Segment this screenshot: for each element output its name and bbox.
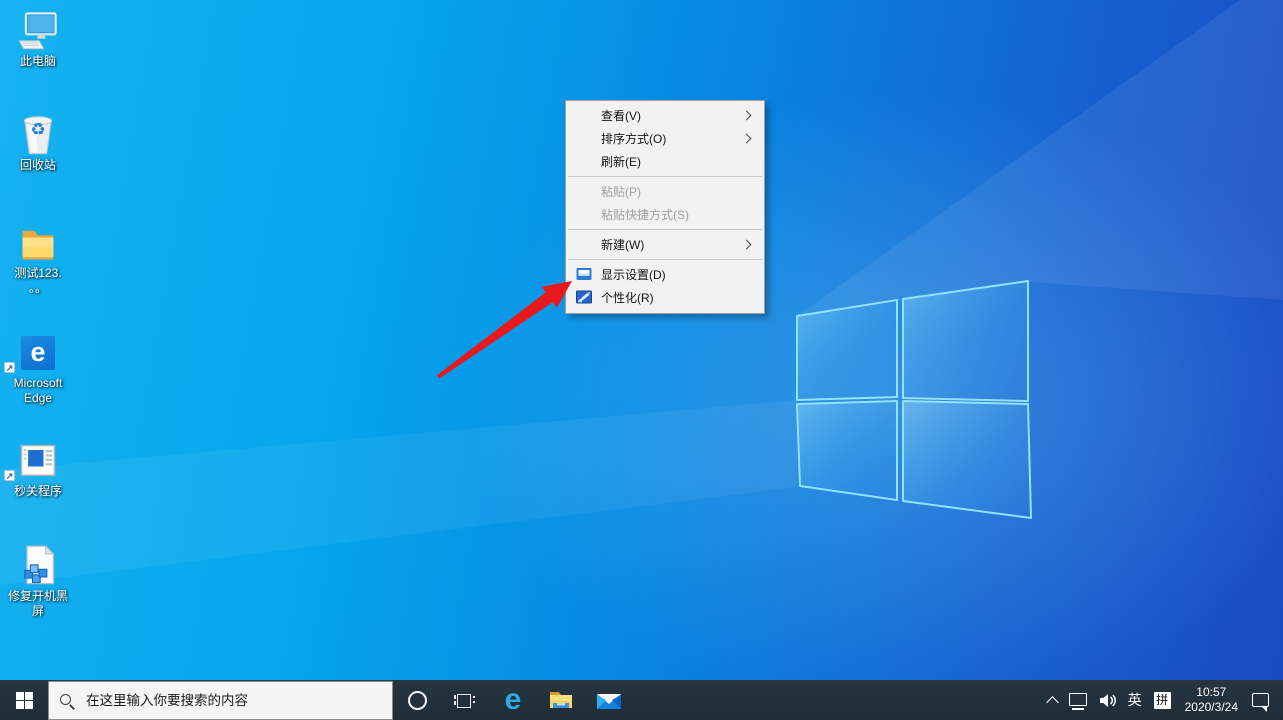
cortana-icon bbox=[408, 691, 427, 710]
chevron-up-icon bbox=[1046, 696, 1059, 709]
menu-item-new[interactable]: 新建(W) bbox=[566, 233, 764, 256]
menu-item-personalize[interactable]: 个性化(R) bbox=[566, 286, 764, 309]
submenu-chevron-icon bbox=[742, 134, 752, 144]
task-view-button[interactable] bbox=[441, 680, 489, 720]
tray-language-indicator[interactable]: 英 bbox=[1122, 680, 1148, 720]
folder-icon bbox=[16, 222, 60, 264]
registry-file-icon bbox=[16, 544, 60, 588]
desktop-icon-label-line2: Edge bbox=[0, 391, 76, 406]
menu-separator bbox=[568, 176, 762, 177]
desktop-icon-label: Microsoft bbox=[0, 376, 76, 391]
tray-volume-button[interactable] bbox=[1093, 680, 1122, 720]
system-tray: 英 拼 10:57 2020/3/24 bbox=[1042, 680, 1283, 720]
menu-item-label: 粘贴快捷方式(S) bbox=[601, 206, 689, 223]
desktop-icon-label-line2: 屏 bbox=[0, 604, 76, 619]
menu-item-label: 排序方式(O) bbox=[601, 130, 666, 147]
desktop-icon-this-pc[interactable]: 此电脑 bbox=[0, 8, 76, 69]
desktop-icon-fix-black-screen[interactable]: 修复开机黑 屏 bbox=[0, 543, 76, 619]
shortcut-arrow-icon: ↗ bbox=[4, 362, 15, 373]
desktop-icon-label: 修复开机黑 bbox=[0, 589, 76, 604]
submenu-chevron-icon bbox=[742, 111, 752, 121]
edge-icon: e bbox=[21, 336, 55, 370]
menu-item-paste-shortcut: 粘贴快捷方式(S) bbox=[566, 203, 764, 226]
menu-item-display-settings[interactable]: 显示设置(D) bbox=[566, 263, 764, 286]
shortcut-arrow-icon: ↗ bbox=[4, 470, 15, 481]
desktop-icon-microsoft-edge[interactable]: e ↗ Microsoft Edge bbox=[0, 330, 76, 406]
edge-icon: e bbox=[505, 685, 522, 715]
edge-taskbar-button[interactable]: e bbox=[489, 680, 537, 720]
desktop-icon-label: 测试123. bbox=[0, 266, 76, 281]
menu-item-refresh[interactable]: 刷新(E) bbox=[566, 150, 764, 173]
tray-clock[interactable]: 10:57 2020/3/24 bbox=[1177, 680, 1246, 720]
tray-time: 10:57 bbox=[1185, 685, 1238, 700]
menu-item-sort-by[interactable]: 排序方式(O) bbox=[566, 127, 764, 150]
file-explorer-icon bbox=[548, 689, 574, 711]
app-window-icon bbox=[16, 441, 60, 481]
cortana-button[interactable] bbox=[393, 680, 441, 720]
desktop-icon-label: 回收站 bbox=[0, 158, 76, 173]
windows-logo-wallpaper-icon bbox=[780, 265, 1050, 535]
menu-item-label: 新建(W) bbox=[601, 236, 644, 253]
network-icon bbox=[1069, 693, 1087, 706]
desktop-icon-test-folder[interactable]: 测试123. 。。 bbox=[0, 220, 76, 296]
desktop-icon-recycle-bin[interactable]: ♻ 回收站 bbox=[0, 112, 76, 173]
submenu-chevron-icon bbox=[742, 240, 752, 250]
desktop-icon-label: 秒关程序 bbox=[0, 484, 76, 499]
recycle-symbol-icon: ♻ bbox=[0, 121, 76, 138]
menu-item-label: 显示设置(D) bbox=[601, 266, 666, 283]
task-view-icon bbox=[454, 692, 476, 709]
search-input[interactable] bbox=[84, 692, 382, 709]
start-button[interactable] bbox=[0, 680, 48, 720]
menu-item-label: 查看(V) bbox=[601, 107, 641, 124]
mail-button[interactable] bbox=[585, 680, 633, 720]
menu-item-label: 个性化(R) bbox=[601, 289, 654, 306]
desktop-icon-quick-close-app[interactable]: ↗ 秒关程序 bbox=[0, 438, 76, 499]
menu-item-label: 粘贴(P) bbox=[601, 183, 641, 200]
action-center-icon bbox=[1252, 693, 1269, 707]
windows-start-icon bbox=[16, 692, 33, 709]
menu-separator bbox=[568, 259, 762, 260]
desktop-icon-label-line2: 。。 bbox=[0, 281, 76, 296]
menu-item-label: 刷新(E) bbox=[601, 153, 641, 170]
action-center-button[interactable] bbox=[1246, 680, 1281, 720]
ime-pinyin-icon: 拼 bbox=[1154, 692, 1171, 709]
tray-date: 2020/3/24 bbox=[1185, 700, 1238, 715]
mail-icon bbox=[596, 691, 622, 710]
taskbar: e bbox=[0, 680, 1283, 720]
menu-item-view[interactable]: 查看(V) bbox=[566, 104, 764, 127]
windows-desktop: 此电脑 ♻ 回收站 测试123. 。。 e ↗ Microsoft bbox=[0, 0, 1283, 720]
taskbar-search-box[interactable] bbox=[48, 681, 393, 720]
personalization-icon bbox=[576, 290, 592, 305]
tray-ime-mode-indicator[interactable]: 拼 bbox=[1148, 680, 1177, 720]
tray-show-hidden-icons-button[interactable] bbox=[1042, 680, 1063, 720]
search-icon bbox=[59, 693, 75, 709]
desktop-context-menu: 查看(V) 排序方式(O) 刷新(E) 粘贴(P) 粘贴快捷方式(S) 新建(W… bbox=[565, 100, 765, 314]
file-explorer-button[interactable] bbox=[537, 680, 585, 720]
menu-item-paste: 粘贴(P) bbox=[566, 180, 764, 203]
display-settings-icon bbox=[576, 267, 592, 282]
desktop-icon-label: 此电脑 bbox=[0, 54, 76, 69]
this-pc-icon bbox=[16, 9, 60, 53]
menu-separator bbox=[568, 229, 762, 230]
speaker-icon bbox=[1099, 693, 1116, 708]
tray-network-button[interactable] bbox=[1063, 680, 1093, 720]
